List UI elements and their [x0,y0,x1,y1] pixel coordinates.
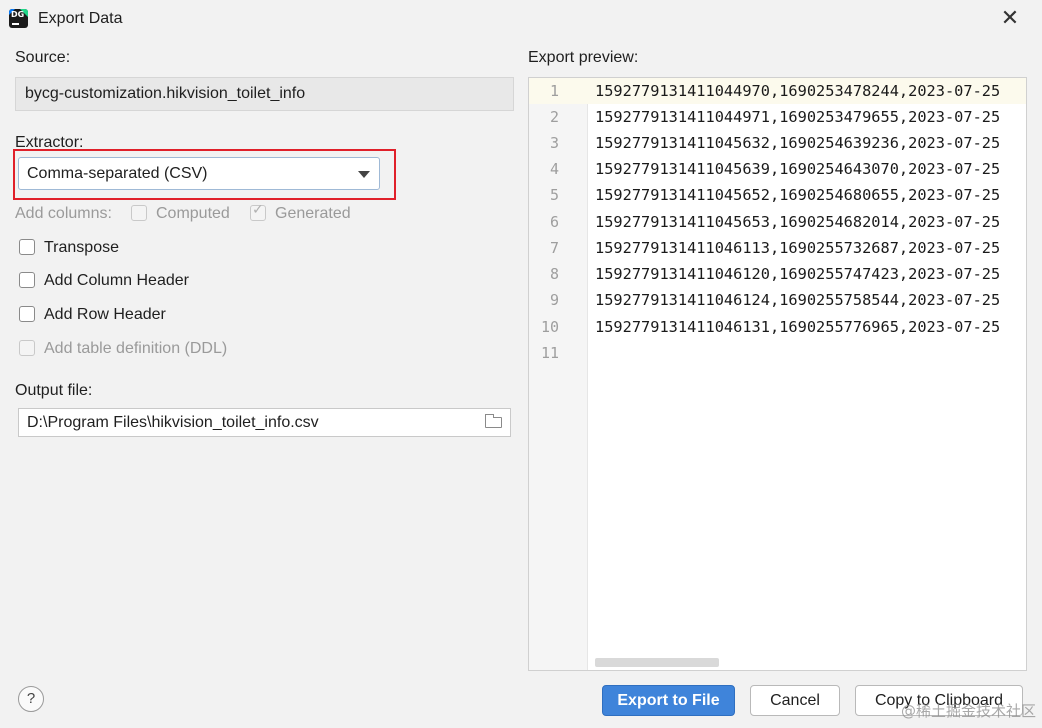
close-icon[interactable]: ✕ [998,7,1022,31]
preview-line: 2 1592779131411044971,1690253479655,2023… [529,104,1026,130]
line-number: 1 [549,82,559,100]
line-number: 11 [540,344,559,362]
add-column-header-checkbox[interactable] [19,272,35,288]
line-text: 1592779131411044970,1690253478244,2023-0… [595,82,1001,100]
line-text: 1592779131411045639,1690254643070,2023-0… [595,160,1001,178]
output-file-value: D:\Program Files\hikvision_toilet_info.c… [27,414,319,431]
check-icon: ✓ [252,202,264,218]
chevron-down-icon [358,171,370,178]
line-text: 1592779131411046131,1690255776965,2023-0… [595,318,1001,336]
line-number: 5 [549,186,559,204]
preview-line: 1 1592779131411044970,1690253478244,2023… [529,78,1026,104]
horizontal-scrollbar[interactable] [595,658,719,667]
line-number: 6 [549,213,559,231]
folder-icon[interactable] [485,414,502,428]
transpose-checkbox[interactable] [19,239,35,255]
output-file-field[interactable]: D:\Program Files\hikvision_toilet_info.c… [18,408,511,437]
line-text: 1592779131411046113,1690255732687,2023-0… [595,239,1001,257]
preview-line: 6 1592779131411045653,1690254682014,2023… [529,209,1026,235]
preview-line: 8 1592779131411046120,1690255747423,2023… [529,261,1026,287]
line-text: 1592779131411045653,1690254682014,2023-0… [595,213,1001,231]
generated-checkbox[interactable]: ✓ [250,202,266,221]
line-number: 10 [540,318,559,336]
line-number: 2 [549,108,559,126]
source-label: Source: [15,49,71,66]
preview-line: 5 1592779131411045652,1690254680655,2023… [529,182,1026,208]
line-number: 9 [549,291,559,309]
help-button[interactable]: ? [18,686,44,712]
extractor-select[interactable]: Comma-separated (CSV) [18,157,380,190]
add-ddl-label: Add table definition (DDL) [44,340,228,357]
add-row-header-label: Add Row Header [44,306,166,323]
preview-line: 10 1592779131411046131,1690255776965,202… [529,314,1026,340]
window-title: Export Data [38,10,123,27]
watermark: @稀土掘金技术社区 [900,702,1036,720]
add-ddl-checkbox[interactable] [19,340,35,356]
title-bar: DG Export Data ✕ [0,0,1042,38]
source-field: bycg-customization.hikvision_toilet_info [15,77,514,111]
generated-label: Generated [275,205,351,222]
export-preview-label: Export preview: [528,49,639,66]
cancel-button[interactable]: Cancel [750,685,840,716]
output-file-label: Output file: [15,382,93,399]
line-text: 1592779131411044971,1690253479655,2023-0… [595,108,1001,126]
preview-line: 3 1592779131411045632,1690254639236,2023… [529,130,1026,156]
line-text: 1592779131411046124,1690255758544,2023-0… [595,291,1001,309]
line-text: 1592779131411045632,1690254639236,2023-0… [595,134,1001,152]
add-row-header-checkbox[interactable] [19,306,35,322]
preview-line: 4 1592779131411045639,1690254643070,2023… [529,156,1026,182]
line-number: 4 [549,160,559,178]
line-number: 3 [549,134,559,152]
line-number: 8 [549,265,559,283]
datagrip-app-icon: DG [9,9,28,28]
preview-line: 7 1592779131411046113,1690255732687,2023… [529,235,1026,261]
line-text: 1592779131411046120,1690255747423,2023-0… [595,265,1001,283]
line-number: 7 [549,239,559,257]
add-column-header-label: Add Column Header [44,272,189,289]
export-preview-editor[interactable]: 1 1592779131411044970,1690253478244,2023… [528,77,1027,671]
transpose-label: Transpose [44,239,119,256]
export-to-file-button[interactable]: Export to File [602,685,735,716]
preview-line: 9 1592779131411046124,1690255758544,2023… [529,287,1026,313]
preview-line: 11 [529,340,1026,366]
computed-checkbox[interactable] [131,205,147,221]
add-columns-label: Add columns: [15,205,112,222]
line-text: 1592779131411045652,1690254680655,2023-0… [595,186,1001,204]
computed-label: Computed [156,205,230,222]
extractor-selected-value: Comma-separated (CSV) [27,165,208,182]
